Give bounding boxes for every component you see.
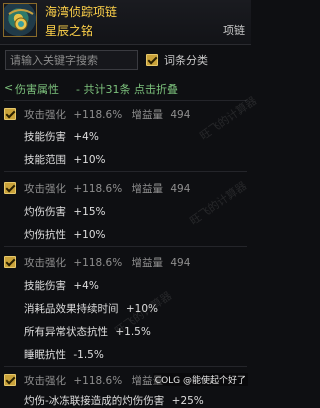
entry-header: 攻击强化 +118.6% 增益量 494 — [24, 109, 191, 121]
entry-header: 攻击强化 +118.6% 增益量 494 — [24, 257, 191, 269]
entry-checkbox[interactable] — [4, 108, 16, 120]
stat-line: 灼伤-冰冻联接造成的灼伤伤害 +25% — [24, 395, 204, 407]
group-summary: - 共计31条 点击折叠 — [76, 83, 178, 96]
search-input[interactable] — [5, 50, 138, 70]
item-slot: 项链 — [223, 24, 245, 37]
stat-line: 技能伤害 +4% — [24, 131, 99, 143]
divider — [4, 246, 247, 247]
entry-classify-checkbox[interactable] — [146, 54, 158, 66]
item-name: 海湾侦踪项链 — [45, 5, 118, 19]
entry-classify-label: 词条分类 — [164, 54, 208, 67]
divider — [4, 366, 247, 367]
stat-line: 技能伤害 +4% — [24, 280, 99, 292]
divider — [4, 100, 247, 101]
divider — [4, 171, 247, 172]
stat-line: 睡眠抗性 -1.5% — [24, 349, 104, 361]
stat-line: 灼伤伤害 +15% — [24, 206, 106, 218]
search-row: 词条分类 — [0, 50, 251, 72]
group-label: 伤害属性 — [15, 83, 59, 96]
entry-checkbox[interactable] — [4, 256, 16, 268]
watermark-corner: COLG @能使起个好了 — [152, 373, 248, 386]
entry-header: 攻击强化 +118.6% 增益量 494 — [24, 183, 191, 195]
item-header: 海湾侦踪项链 星辰之铭 项链 — [0, 0, 251, 45]
collapse-arrow-icon: < — [4, 81, 14, 94]
entry-header: 攻击强化 +118.6% 增益量 — [24, 375, 164, 387]
stat-line: 灼伤抗性 +10% — [24, 229, 106, 241]
item-subtitle: 星辰之铭 — [45, 24, 94, 38]
entry-checkbox[interactable] — [4, 374, 16, 386]
stat-line: 技能范围 +10% — [24, 154, 106, 166]
entry-checkbox[interactable] — [4, 182, 16, 194]
watermark: 旺飞的计算器 — [187, 179, 250, 228]
group-toggle[interactable]: < 伤害属性 - 共计31条 点击折叠 — [0, 79, 251, 99]
necklace-icon — [3, 3, 37, 37]
